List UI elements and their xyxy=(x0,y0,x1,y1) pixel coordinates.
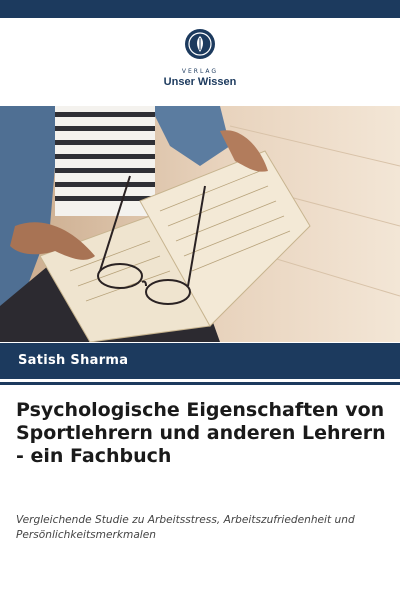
book-subtitle: Vergleichende Studie zu Arbeitsstress, A… xyxy=(16,514,355,541)
reading-person-illustration xyxy=(0,106,400,342)
author-name: Satish Sharma xyxy=(18,353,129,368)
top-color-band xyxy=(0,0,400,18)
publisher-name: Unser Wissen xyxy=(163,76,237,88)
publisher-emblem-icon xyxy=(185,29,215,59)
cover-photo xyxy=(0,106,400,342)
publisher-logo: VERLAG Unser Wissen xyxy=(0,28,400,98)
author-band: Satish Sharma xyxy=(0,343,400,379)
book-title: Psychologische Eigenschaften von Sportle… xyxy=(16,399,386,467)
divider-line xyxy=(0,382,400,385)
publisher-verlag-label: VERLAG xyxy=(181,68,219,75)
